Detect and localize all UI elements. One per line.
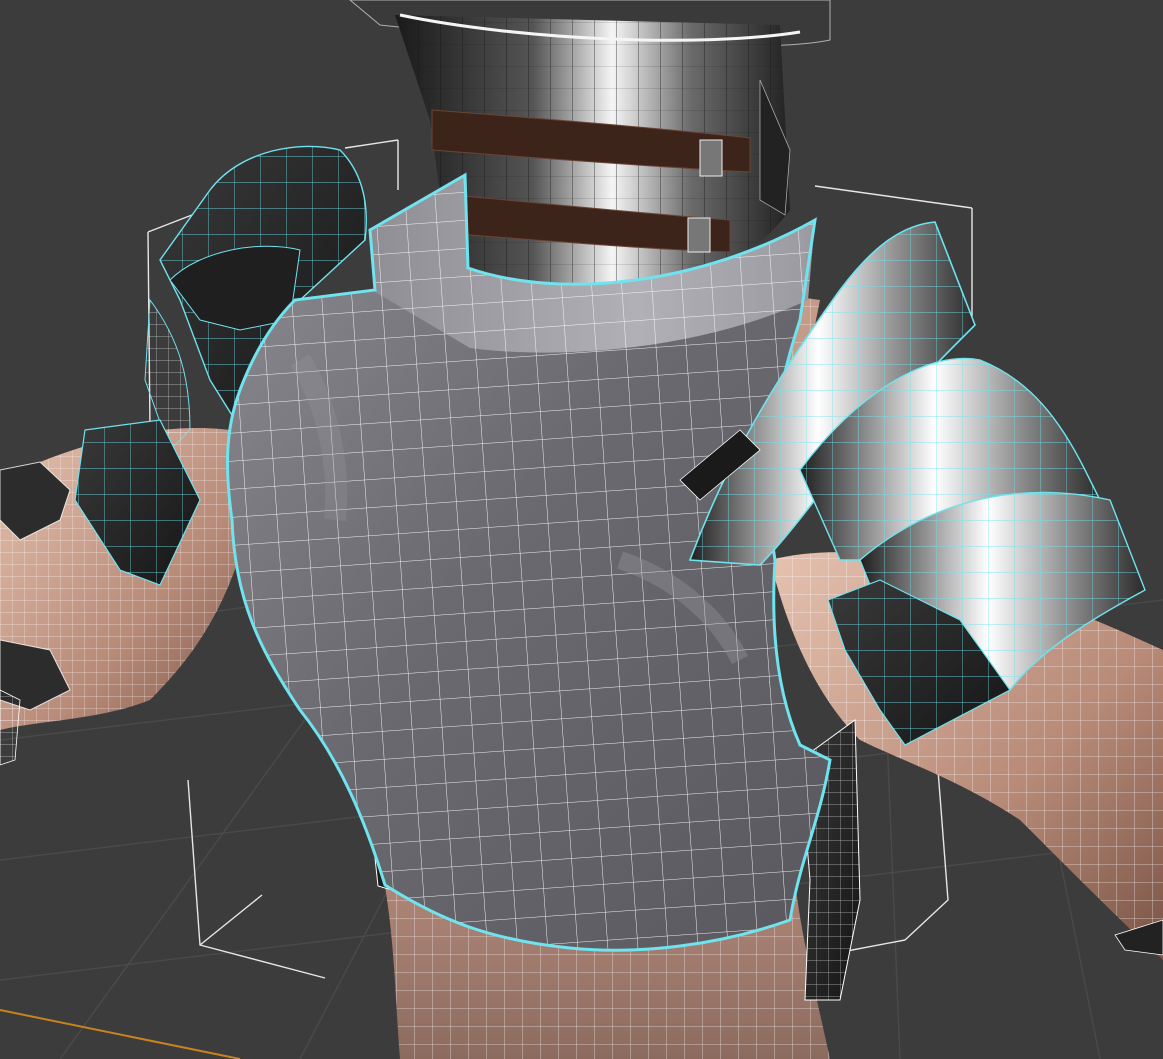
3d-viewport[interactable]	[0, 0, 1163, 1059]
viewport-canvas[interactable]	[0, 0, 1163, 1059]
x-axis-line	[0, 1009, 241, 1059]
